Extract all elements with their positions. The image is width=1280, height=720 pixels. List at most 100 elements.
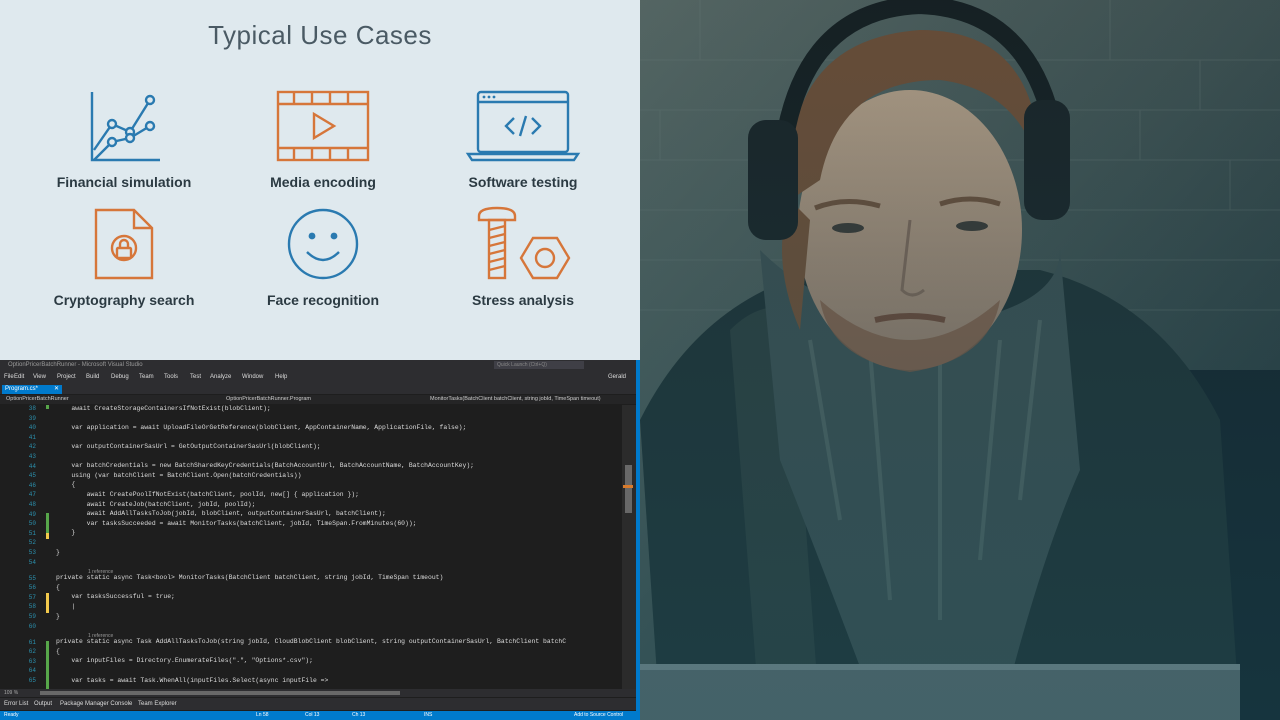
use-case-label: Stress analysis — [472, 292, 574, 308]
screw-nut-icon — [477, 206, 571, 280]
code-line[interactable]: var tasks = await Task.WhenAll(inputFile… — [56, 677, 328, 684]
nav-class-dropdown[interactable]: OptionPricerBatchRunner.Program — [226, 395, 311, 404]
menu-debug[interactable]: Debug — [111, 370, 129, 384]
status-ch: Ch 13 — [352, 712, 366, 718]
code-line[interactable]: var tasksSucceeded = await MonitorTasks(… — [56, 520, 417, 527]
line-number: 44 — [28, 462, 36, 470]
code-line[interactable]: } — [56, 529, 75, 536]
vertical-scrollbar[interactable] — [622, 405, 636, 689]
use-case-label: Face recognition — [266, 292, 380, 308]
menu-help[interactable]: Help — [275, 370, 287, 384]
line-number: 39 — [28, 414, 36, 422]
code-line[interactable]: } — [56, 549, 60, 556]
code-line[interactable]: } — [56, 613, 60, 620]
code-line[interactable]: var outputContainerSasUrl = GetOutputCon… — [56, 443, 320, 450]
scrollbar-thumb[interactable] — [40, 691, 400, 695]
code-line[interactable]: var inputFiles = Directory.EnumerateFile… — [56, 657, 313, 664]
status-line: Ln 58 — [256, 712, 269, 718]
code-line[interactable]: await CreateJob(batchClient, jobId, pool… — [56, 501, 256, 508]
code-line[interactable]: { — [56, 648, 60, 655]
menu-project[interactable]: Project — [57, 370, 76, 384]
code-line[interactable]: private static async Task<bool> MonitorT… — [56, 574, 443, 581]
code-line[interactable]: var tasksSuccessful = true; — [56, 593, 175, 600]
line-number: 40 — [28, 424, 36, 432]
line-number: 60 — [28, 622, 36, 630]
line-number: 49 — [28, 510, 36, 518]
tab-output[interactable]: Output — [34, 698, 52, 710]
vs-tool-window-tabs: Error List Output Package Manager Consol… — [0, 698, 640, 710]
use-case-cryptography-search: Cryptography search — [24, 206, 224, 308]
tab-label: Program.cs* — [5, 386, 39, 392]
code-line[interactable]: { — [56, 584, 60, 591]
tab-error-list[interactable]: Error List — [4, 698, 28, 710]
menu-tools[interactable]: Tools — [164, 370, 178, 384]
code-line[interactable]: await CreateStorageContainersIfNotExist(… — [56, 405, 270, 412]
vs-navigation-bar: OptionPricerBatchRunner OptionPricerBatc… — [0, 395, 636, 404]
menu-edit[interactable]: Edit — [14, 370, 24, 384]
line-number: 50 — [28, 520, 36, 528]
line-number: 48 — [28, 501, 36, 508]
locked-document-icon — [94, 208, 154, 280]
line-number: 41 — [28, 433, 36, 441]
line-number: 54 — [28, 558, 36, 566]
use-case-media-encoding: Media encoding — [223, 88, 423, 190]
codelens-reference[interactable]: 1 reference — [88, 569, 113, 575]
add-to-source-control[interactable]: Add to Source Control — [574, 711, 623, 720]
close-icon[interactable]: ✕ — [54, 385, 59, 394]
menu-test[interactable]: Test — [190, 370, 201, 384]
use-case-label: Software testing — [468, 174, 578, 190]
code-line[interactable]: { — [56, 481, 75, 488]
quick-launch-input[interactable]: Quick Launch (Ctrl+Q) — [494, 361, 584, 369]
line-number: 63 — [28, 657, 36, 665]
menu-window[interactable]: Window — [242, 370, 263, 384]
menu-analyze[interactable]: Analyze — [210, 370, 231, 384]
nav-member-dropdown[interactable]: MonitorTasks(BatchClient batchClient, st… — [430, 395, 601, 404]
code-line[interactable]: await CreatePoolIfNotExist(batchClient, … — [56, 491, 359, 498]
line-number: 62 — [28, 648, 36, 656]
line-number: 61 — [28, 638, 36, 646]
line-number: 58 — [28, 603, 36, 611]
caret-marker — [623, 485, 633, 488]
use-case-stress-analysis: Stress analysis — [423, 206, 623, 308]
use-case-label: Cryptography search — [53, 292, 195, 308]
line-number: 59 — [28, 613, 36, 620]
code-line[interactable]: | — [56, 603, 75, 610]
code-line[interactable]: using (var batchClient = BatchClient.Ope… — [56, 472, 301, 479]
menu-build[interactable]: Build — [86, 370, 99, 384]
code-line[interactable]: var application = await UploadFileOrGetR… — [56, 424, 466, 431]
code-line[interactable]: private static async Task AddAllTasksToJ… — [56, 638, 566, 645]
vs-document-tabs: Program.cs* ✕ — [0, 384, 640, 394]
line-number: 53 — [28, 549, 36, 556]
slide-panel: Typical Use Cases Financial simulation M… — [0, 0, 640, 360]
laptop-code-icon — [465, 90, 581, 162]
vs-menubar: File Edit View Project Build Debug Team … — [0, 370, 640, 384]
nav-project-dropdown[interactable]: OptionPricerBatchRunner — [6, 395, 69, 404]
menu-view[interactable]: View — [33, 370, 46, 384]
use-case-financial-simulation: Financial simulation — [24, 88, 224, 190]
line-number: 38 — [28, 405, 36, 412]
line-chart-icon — [90, 92, 160, 162]
codelens-reference[interactable]: 1 reference — [88, 633, 113, 639]
code-editor[interactable]: 38 await CreateStorageContainersIfNotExi… — [0, 405, 622, 689]
horizontal-scrollbar[interactable]: 109 % — [0, 689, 636, 697]
line-number: 56 — [28, 584, 36, 592]
line-number: 65 — [28, 677, 36, 684]
scrollbar-thumb[interactable] — [625, 465, 632, 513]
zoom-level[interactable]: 109 % — [4, 689, 18, 697]
line-number: 42 — [28, 443, 36, 451]
tab-team-explorer[interactable]: Team Explorer — [138, 698, 177, 710]
tab-program-cs[interactable]: Program.cs* ✕ — [2, 385, 62, 394]
line-number: 64 — [28, 667, 36, 675]
use-case-label: Media encoding — [270, 174, 376, 190]
visual-studio-window: OptionPricerBatchRunner - Microsoft Visu… — [0, 360, 640, 720]
line-number: 46 — [28, 481, 36, 489]
change-tracking-bar — [46, 405, 49, 689]
tab-package-manager-console[interactable]: Package Manager Console — [60, 698, 132, 710]
menu-team[interactable]: Team — [139, 370, 154, 384]
line-number: 45 — [28, 472, 36, 480]
menu-file[interactable]: File — [4, 370, 14, 384]
code-line[interactable]: var batchCredentials = new BatchSharedKe… — [56, 462, 474, 469]
code-line[interactable]: await AddAllTasksToJob(jobId, blobClient… — [56, 510, 386, 517]
signed-in-user[interactable]: Gerald — [608, 370, 626, 384]
vs-status-bar: Ready Ln 58 Col 13 Ch 13 INS Add to Sour… — [0, 711, 640, 720]
